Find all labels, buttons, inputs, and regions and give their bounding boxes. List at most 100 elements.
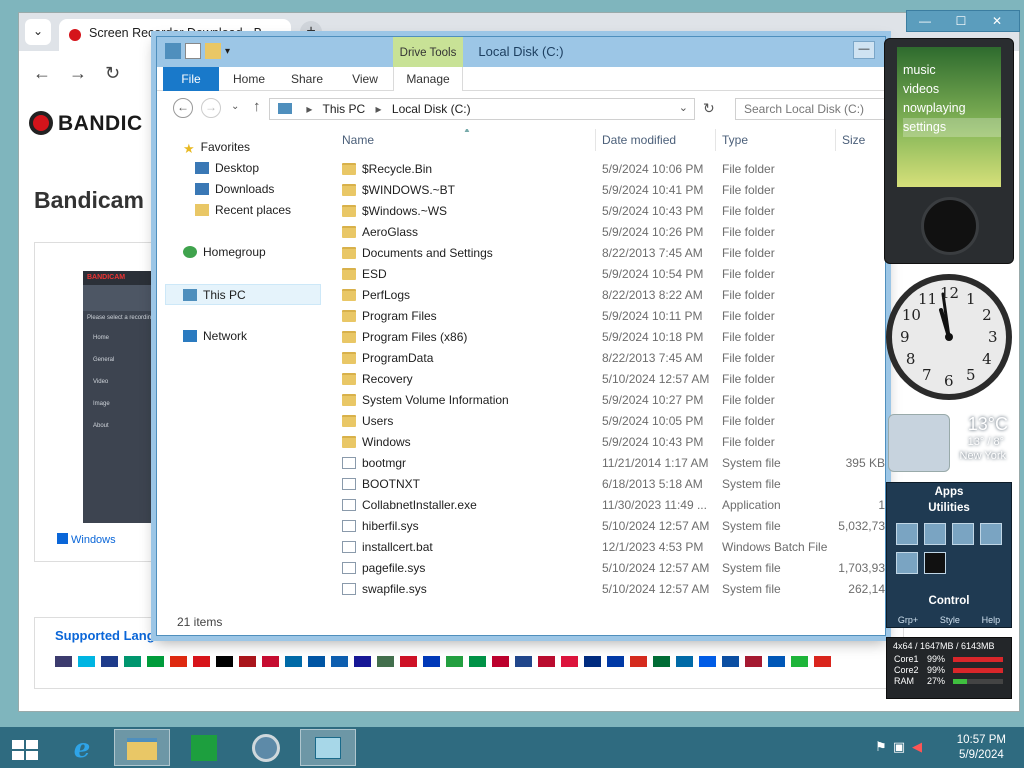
gadget-close-button[interactable]: ✕ [979,11,1015,31]
address-dropdown-icon[interactable]: ⌄ [679,101,688,114]
file-row[interactable]: System Volume Information 5/9/2024 10:27 … [333,390,885,411]
taskbar-internet-explorer[interactable]: e [54,729,110,766]
language-flag-icon[interactable] [492,656,509,667]
file-row[interactable]: AeroGlass 5/9/2024 10:26 PM File folder [333,222,885,243]
file-row[interactable]: ESD 5/9/2024 10:54 PM File folder [333,264,885,285]
volume-muted-icon[interactable]: ◀ [908,739,926,755]
browser-reload-button[interactable]: ↻ [105,63,120,84]
breadcrumb-this-pc[interactable]: This PC [323,102,366,116]
language-flag-icon[interactable] [584,656,601,667]
language-flag-icon[interactable] [377,656,394,667]
refresh-button[interactable]: ↻ [703,100,715,117]
breadcrumb-separator-icon[interactable]: ▸ [306,102,312,116]
menu-videos[interactable]: videos [903,80,1001,99]
file-row[interactable]: pagefile.sys 5/10/2024 12:57 AM System fil… [333,558,885,579]
explorer-titlebar[interactable]: ▾ Drive Tools Local Disk (C:) — [157,37,885,67]
language-flag-icon[interactable] [400,656,417,667]
app-shortcut-icon[interactable] [980,523,1002,545]
file-row[interactable]: CollabnetInstaller.exe 11/30/2023 11:49 .… [333,495,885,516]
language-flag-icon[interactable] [446,656,463,667]
language-flag-icon[interactable] [515,656,532,667]
file-row[interactable]: $Recycle.Bin 5/9/2024 10:06 PM File folder [333,159,885,180]
menu-settings[interactable]: settings [903,118,1001,137]
language-flag-icon[interactable] [354,656,371,667]
nav-desktop[interactable]: Desktop [165,158,321,179]
app-shortcut-icon[interactable] [924,552,946,574]
taskbar-remote-app[interactable] [238,729,294,766]
search-input[interactable]: Search Local Disk (C:) [735,98,885,120]
forward-button[interactable]: → [201,98,221,118]
browser-back-button[interactable]: ← [33,63,51,84]
language-flag-icon[interactable] [538,656,555,667]
column-name[interactable]: Name [342,133,374,147]
file-row[interactable]: $WINDOWS.~BT 5/9/2024 10:41 PM File folder [333,180,885,201]
nav-homegroup[interactable]: Homegroup [165,242,321,263]
language-flag-icon[interactable] [699,656,716,667]
column-type[interactable]: Type [722,133,748,147]
gadget-minimize-button[interactable]: — [907,11,943,31]
file-row[interactable]: Recovery 5/10/2024 12:57 AM File folder [333,369,885,390]
bandicam-logo[interactable]: BANDIC [29,111,143,136]
file-row[interactable]: BOOTNXT 6/18/2013 5:18 AM System file [333,474,885,495]
file-row[interactable]: ProgramData 8/22/2013 7:45 AM File folder [333,348,885,369]
start-button[interactable] [0,729,50,766]
app-shortcut-icon[interactable] [952,523,974,545]
column-size[interactable]: Size [842,133,865,147]
language-flag-icon[interactable] [469,656,486,667]
taskbar-store[interactable] [176,729,232,766]
nav-downloads[interactable]: Downloads [165,179,321,200]
column-divider[interactable] [835,129,836,151]
file-row[interactable]: bootmgr 11/21/2014 1:17 AM System file 395 … [333,453,885,474]
language-flag-icon[interactable] [193,656,210,667]
address-bar[interactable]: ▸ This PC ▸ Local Disk (C:) ⌄ [269,98,695,120]
apps-style-button[interactable]: Style [940,615,960,625]
language-flag-icon[interactable] [78,656,95,667]
app-shortcut-icon[interactable] [924,523,946,545]
column-divider[interactable] [595,129,596,151]
tab-view[interactable]: View [337,67,393,91]
browser-forward-button[interactable]: → [69,63,87,84]
breadcrumb-local-disk[interactable]: Local Disk (C:) [392,102,471,116]
action-center-flag-icon[interactable]: ⚑ [872,739,890,755]
language-flag-icon[interactable] [331,656,348,667]
windows-caption[interactable]: Windows [57,533,116,546]
language-flag-icon[interactable] [147,656,164,667]
language-flag-icon[interactable] [722,656,739,667]
apps-help-button[interactable]: Help [982,615,1001,625]
language-flag-icon[interactable] [791,656,808,667]
recent-locations-button[interactable]: ⌄ [231,101,239,112]
taskbar-file-explorer[interactable] [114,729,170,766]
language-flag-icon[interactable] [768,656,785,667]
language-flag-icon[interactable] [239,656,256,667]
nav-recent-places[interactable]: Recent places [165,200,321,221]
tab-home[interactable]: Home [221,67,277,91]
media-player-dpad[interactable] [921,197,979,255]
language-flag-icon[interactable] [308,656,325,667]
file-row[interactable]: $Windows.~WS 5/9/2024 10:43 PM File folder [333,201,885,222]
tab-search-button[interactable]: ⌄ [25,19,51,45]
file-row[interactable]: PerfLogs 8/22/2013 8:22 AM File folder [333,285,885,306]
language-flag-icon[interactable] [124,656,141,667]
gadget-maximize-button[interactable]: ☐ [943,11,979,31]
language-flag-icon[interactable] [262,656,279,667]
language-flag-icon[interactable] [170,656,187,667]
language-flag-icon[interactable] [285,656,302,667]
nav-this-pc[interactable]: This PC [165,284,321,305]
file-row[interactable]: swapfile.sys 5/10/2024 12:57 AM System fil… [333,579,885,600]
column-date-modified[interactable]: Date modified [602,133,676,147]
taskbar-downloads[interactable] [300,729,356,766]
taskbar-clock[interactable]: 10:57 PM 5/9/2024 [957,733,1006,763]
column-divider[interactable] [715,129,716,151]
up-button[interactable]: ↑ [253,98,261,115]
language-flag-icon[interactable] [607,656,624,667]
file-row[interactable]: Windows 5/9/2024 10:43 PM File folder [333,432,885,453]
language-flag-icon[interactable] [561,656,578,667]
file-row[interactable]: installcert.bat 12/1/2023 4:53 PM Windows … [333,537,885,558]
language-flag-icon[interactable] [745,656,762,667]
language-flag-icon[interactable] [814,656,831,667]
nav-favorites[interactable]: ★ Favorites [165,137,321,158]
tab-share[interactable]: Share [279,67,335,91]
language-flag-icon[interactable] [101,656,118,667]
back-button[interactable]: ← [173,98,193,118]
language-flag-icon[interactable] [55,656,72,667]
